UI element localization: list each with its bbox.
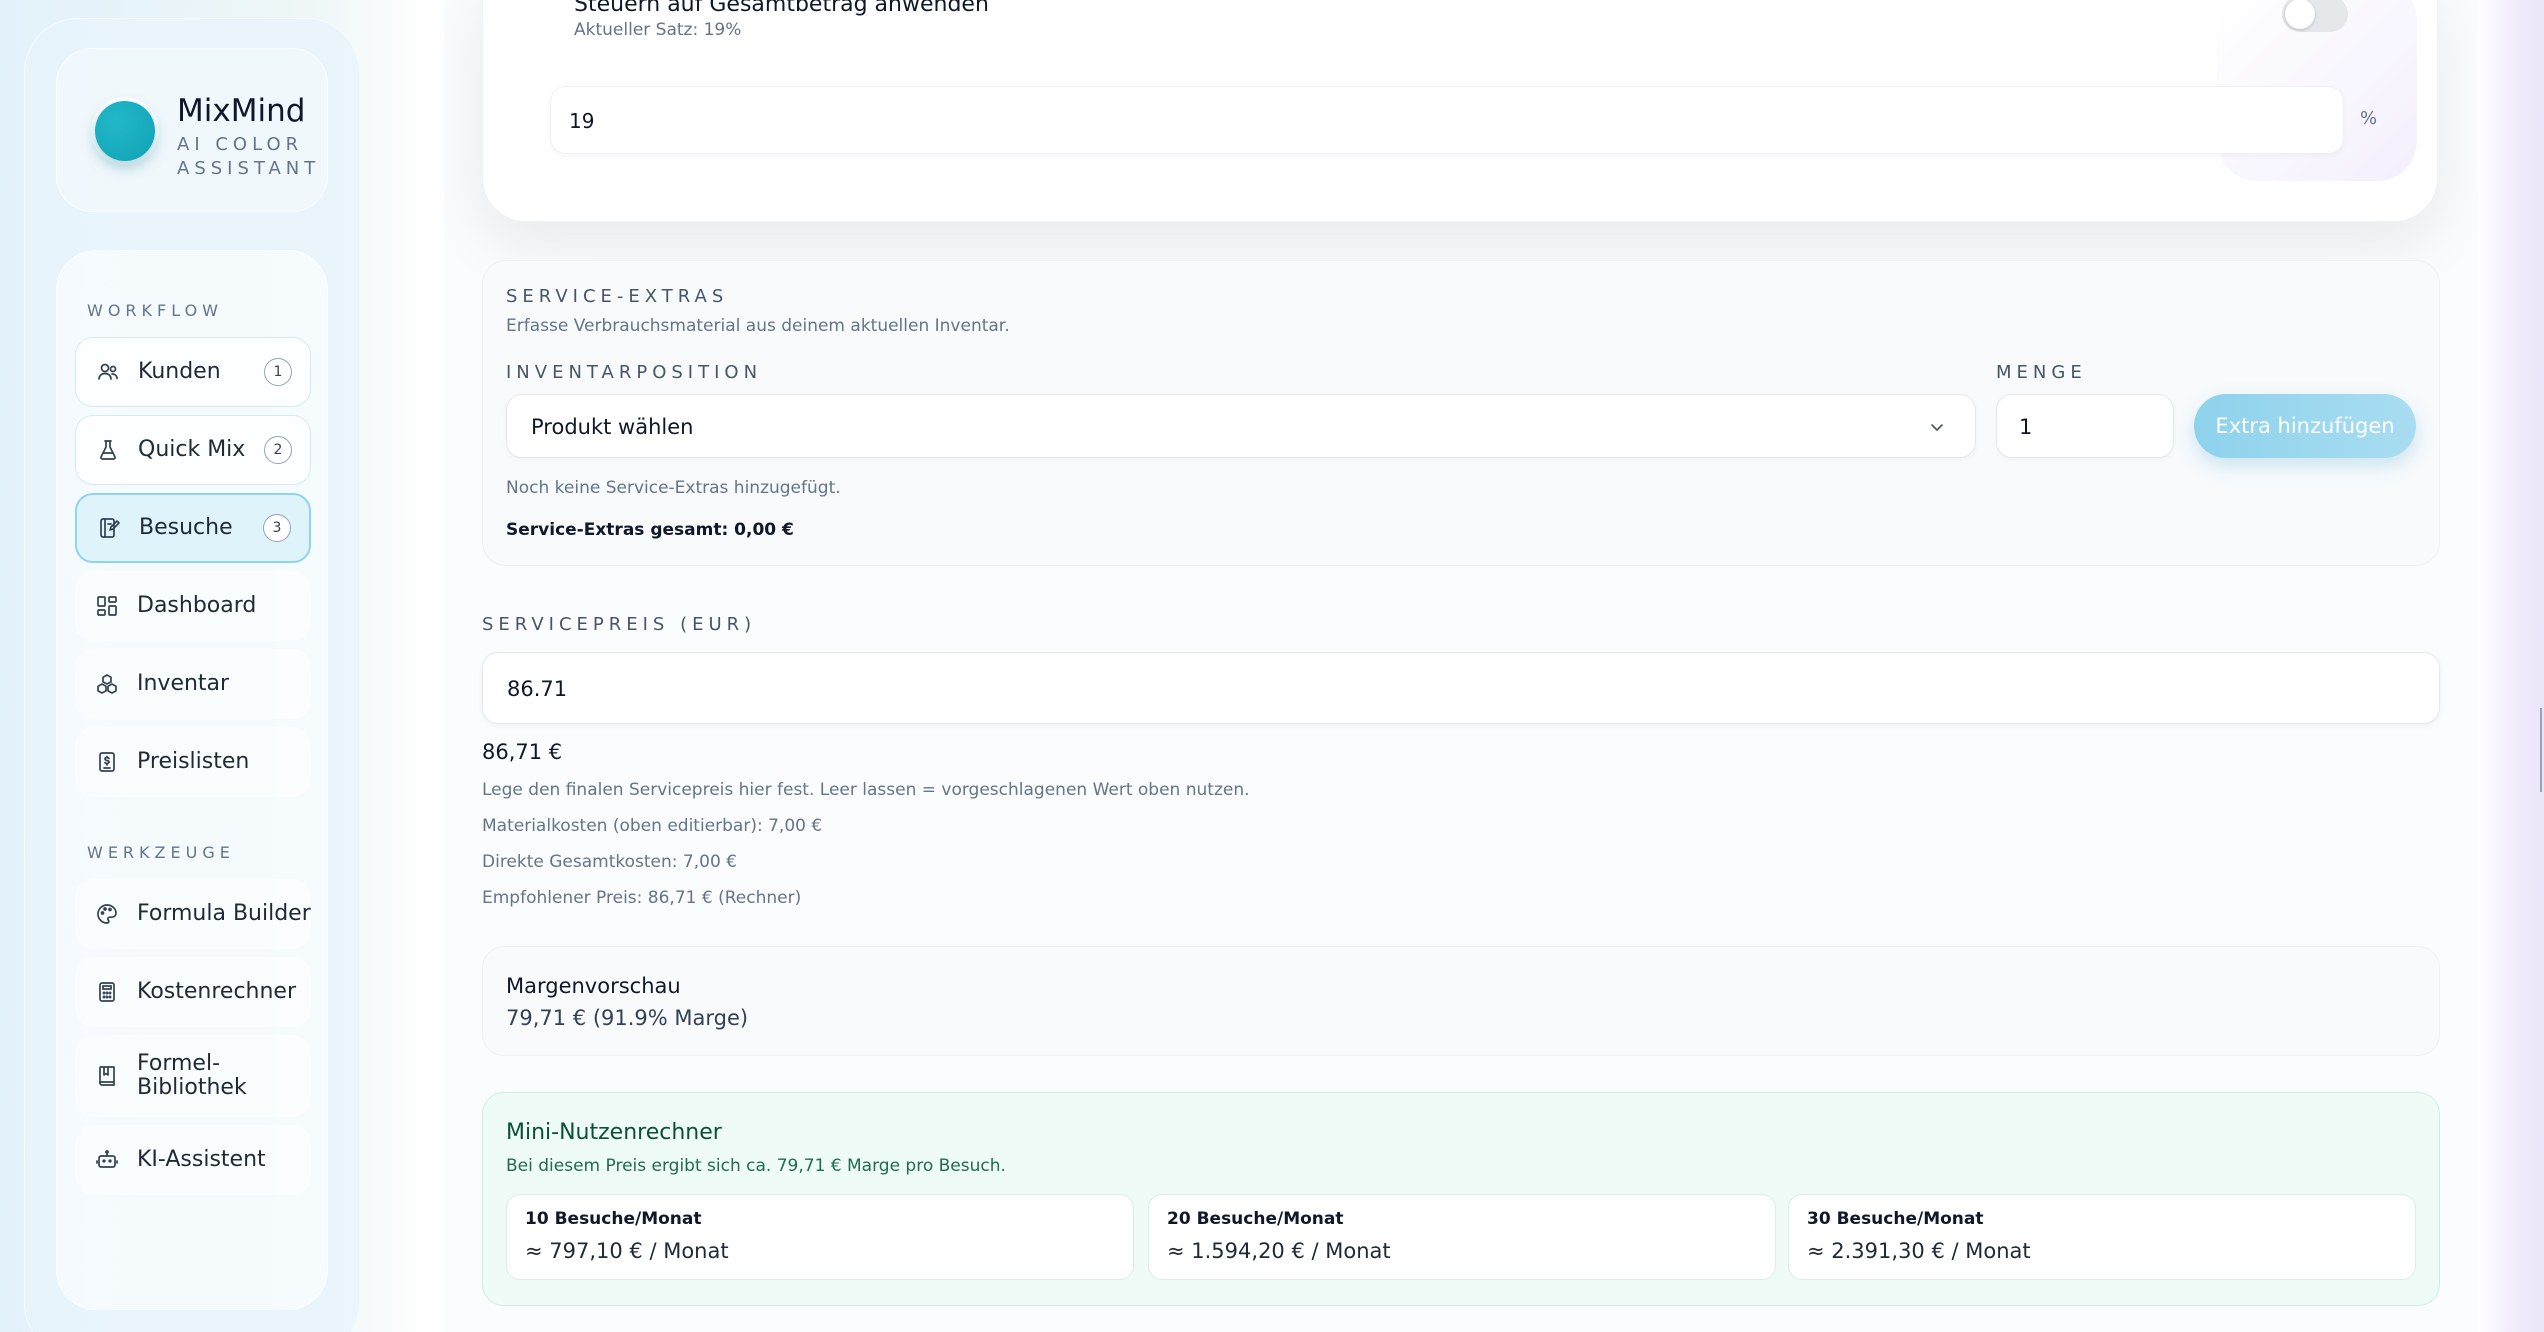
inventory-label: INVENTARPOSITION <box>506 362 763 383</box>
tax-toggle-label: Steuern auf Gesamtbetrag anwenden <box>574 0 989 17</box>
tax-rate-unit: % <box>2360 108 2378 129</box>
nav-section-werkzeuge: WERKZEUGE <box>87 843 235 862</box>
service-price-label: SERVICEPREIS (EUR) <box>482 614 757 635</box>
sidebar-item-label: Formel-Bibliothek <box>137 1051 247 1100</box>
scenario-label: 20 Besuche/Monat <box>1167 1209 1344 1229</box>
utility-scenario-30: 30 Besuche/Monat ≈ 2.391,30 € / Monat <box>1788 1194 2416 1280</box>
service-price-formatted: 86,71 € <box>482 740 563 764</box>
palette-icon <box>95 902 119 926</box>
scenario-value: ≈ 2.391,30 € / Monat <box>1807 1239 2031 1263</box>
extras-empty-text: Noch keine Service-Extras hinzugefügt. <box>506 478 841 498</box>
inventory-select-value: Produkt wählen <box>531 415 694 439</box>
sidebar-item-formel-bibliothek[interactable]: Formel-Bibliothek <box>75 1035 311 1117</box>
price-list-icon <box>95 750 119 774</box>
extras-total: Service-Extras gesamt: 0,00 € <box>506 520 794 540</box>
scenario-label: 30 Besuche/Monat <box>1807 1209 1984 1229</box>
quantity-label: MENGE <box>1996 362 2087 383</box>
nav-section-workflow: WORKFLOW <box>87 301 223 320</box>
brand-tagline: AI COLOR ASSISTANT <box>177 134 321 179</box>
brand-card: MixMind AI COLOR ASSISTANT <box>56 48 328 212</box>
boxes-icon <box>95 672 119 696</box>
sidebar-item-label: Quick Mix <box>138 437 246 462</box>
sidebar-item-quick-mix[interactable]: Quick Mix 2 <box>75 415 311 485</box>
scenario-value: ≈ 1.594,20 € / Monat <box>1167 1239 1391 1263</box>
sidebar-item-besuche[interactable]: Besuche 3 <box>75 493 311 563</box>
sidebar-item-inventar[interactable]: Inventar <box>75 649 311 719</box>
scrollbar-thumb[interactable] <box>2540 708 2542 792</box>
sidebar-item-label: Formula Builder <box>137 901 311 926</box>
utility-scenario-20: 20 Besuche/Monat ≈ 1.594,20 € / Monat <box>1148 1194 1776 1280</box>
sidebar-item-label: Inventar <box>137 671 230 696</box>
sidebar-item-label: Besuche <box>139 515 233 540</box>
brand-name: MixMind <box>177 93 306 129</box>
sidebar-item-label: Preislisten <box>137 749 250 774</box>
tax-toggle[interactable] <box>2282 0 2348 32</box>
brand-logo <box>95 101 155 161</box>
direct-costs: Direkte Gesamtkosten: 7,00 € <box>482 852 737 872</box>
flask-icon <box>96 438 120 462</box>
sidebar-item-label: Dashboard <box>137 593 257 618</box>
notebook-icon <box>97 516 121 540</box>
toggle-knob <box>2285 0 2315 29</box>
margin-preview-card <box>482 946 2440 1056</box>
margin-preview-value: 79,71 € (91.9% Marge) <box>506 1006 749 1030</box>
service-extras-description: Erfasse Verbrauchsmaterial aus deinem ak… <box>506 316 1010 336</box>
service-extras-heading: SERVICE-EXTRAS <box>506 286 729 307</box>
recommended-price: Empfohlener Preis: 86,71 € (Rechner) <box>482 888 802 908</box>
sidebar-item-label: Kostenrechner <box>137 979 297 1004</box>
service-price-hint: Lege den finalen Servicepreis hier fest.… <box>482 780 1250 800</box>
right-gutter <box>2478 0 2544 1332</box>
book-icon <box>95 1064 119 1088</box>
bot-icon <box>95 1148 119 1172</box>
inventory-select[interactable]: Produkt wählen <box>506 394 1976 458</box>
mini-utility-subtitle: Bei diesem Preis ergibt sich ca. 79,71 €… <box>506 1156 1006 1176</box>
sidebar-item-formula-builder[interactable]: Formula Builder <box>75 879 311 949</box>
quantity-input[interactable]: 1 <box>1996 394 2174 458</box>
mini-utility-title: Mini-Nutzenrechner <box>506 1120 722 1145</box>
utility-scenario-10: 10 Besuche/Monat ≈ 797,10 € / Monat <box>506 1194 1134 1280</box>
users-icon <box>96 360 120 384</box>
sidebar-item-dashboard[interactable]: Dashboard <box>75 571 311 641</box>
dashboard-icon <box>95 594 119 618</box>
chevron-down-icon <box>1929 419 1945 435</box>
sidebar-item-label: KI-Assistent <box>137 1147 266 1172</box>
material-costs: Materialkosten (oben editierbar): 7,00 € <box>482 816 823 836</box>
step-badge: 1 <box>264 358 292 386</box>
margin-preview-title: Margenvorschau <box>506 974 681 998</box>
step-badge: 3 <box>263 514 291 542</box>
tax-rate-input[interactable]: 19 <box>550 86 2344 154</box>
service-price-input[interactable]: 86.71 <box>482 652 2440 724</box>
sidebar-item-ki-assistent[interactable]: KI-Assistent <box>75 1125 311 1195</box>
step-badge: 2 <box>264 436 292 464</box>
calculator-icon <box>95 980 119 1004</box>
sidebar-item-preislisten[interactable]: Preislisten <box>75 727 311 797</box>
sidebar-item-kunden[interactable]: Kunden 1 <box>75 337 311 407</box>
scenario-label: 10 Besuche/Monat <box>525 1209 702 1229</box>
sidebar-nav: WORKFLOW Kunden 1 Quick Mix 2 Besuche 3 … <box>56 250 328 1310</box>
add-extra-button[interactable]: Extra hinzufügen <box>2194 394 2416 458</box>
tax-current-rate: Aktueller Satz: 19% <box>574 20 742 40</box>
sidebar-item-label: Kunden <box>138 359 221 384</box>
sidebar-item-kostenrechner[interactable]: Kostenrechner <box>75 957 311 1027</box>
scenario-value: ≈ 797,10 € / Monat <box>525 1239 729 1263</box>
